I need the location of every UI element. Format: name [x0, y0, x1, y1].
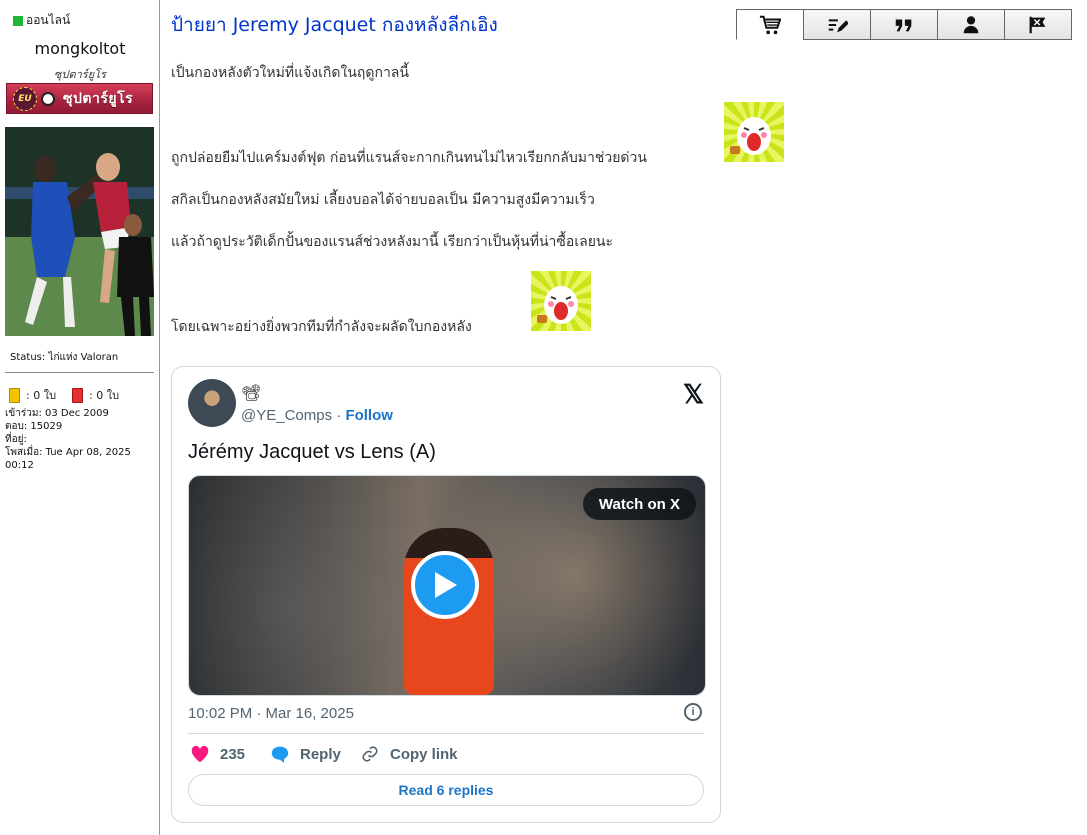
red-card-icon	[72, 387, 84, 403]
profile-icon	[963, 15, 979, 33]
post-line-3: สกิลเป็นกองหลังสมัยใหม่ เลี้ยงบอลได้จ่าย…	[171, 192, 595, 208]
user-title: ซุปตาร์ยูโร	[54, 68, 106, 81]
username[interactable]: mongkoltot	[0, 39, 160, 58]
heart-icon	[191, 745, 209, 763]
post-title: ป้ายยา Jeremy Jacquet กองหลังลีกเอิง	[171, 14, 498, 36]
like-action[interactable]: 235	[190, 745, 245, 763]
report-icon	[1029, 16, 1046, 33]
post-line-4: แล้วถ้าดูประวัติเด็กปั้นของแรนส์ช่วงหลัง…	[171, 234, 613, 250]
follow-link[interactable]: Follow	[345, 407, 393, 424]
online-indicator: ออนไลน์	[13, 11, 70, 30]
post-line-5: โดยเฉพาะอย่างยิ่งพวกทีมที่กำลังจะผลัดใบก…	[171, 319, 472, 335]
embedded-tweet: 📽 @YE_Comps · Follow 𝕏 Jérémy Jacquet vs…	[171, 366, 721, 823]
play-icon	[435, 572, 457, 598]
yellow-card-count: : 0 ใบ	[26, 389, 57, 402]
poster-profile-panel: ออนไลน์ mongkoltot ซุปตาร์ยูโร EU ซุปตาร…	[0, 0, 160, 835]
quote-icon	[895, 19, 912, 31]
online-status-icon	[13, 15, 23, 26]
x-logo-icon[interactable]: 𝕏	[683, 379, 704, 410]
online-label: ออนไลน์	[26, 13, 71, 27]
football-icon	[41, 91, 55, 106]
eu-emblem-icon: EU	[13, 86, 37, 111]
link-icon	[362, 746, 378, 762]
yellow-card-icon	[9, 387, 20, 403]
reply-action[interactable]: Reply	[270, 745, 341, 763]
post-line-1: เป็นกองหลังตัวใหม่ที่แจ้งเกิดในฤดูกาลนี้	[171, 65, 409, 81]
user-meta: เข้าร่วม: 03 Dec 2009 ตอบ: 15029 ที่อยู่…	[5, 407, 159, 472]
profile-button[interactable]	[937, 9, 1005, 40]
user-avatar	[5, 127, 154, 336]
laughing-sticker-icon	[531, 271, 591, 331]
tweet-author-avatar[interactable]	[188, 379, 236, 427]
user-status: Status: ไก่แห่ง Valoran	[10, 352, 119, 363]
like-count: 235	[220, 745, 246, 763]
quote-button[interactable]	[870, 9, 938, 40]
read-replies-button[interactable]: Read 6 replies	[188, 774, 704, 806]
join-date: เข้าร่วม: 03 Dec 2009	[5, 408, 109, 419]
tweet-timestamp[interactable]: 10:02 PM · Mar 16, 2025	[188, 705, 354, 722]
handle-separator: ·	[332, 407, 346, 424]
copy-link-label: Copy link	[390, 745, 458, 763]
reply-count: ตอบ: 15029	[5, 421, 63, 432]
cart-icon	[759, 15, 781, 34]
edit-icon	[828, 18, 848, 32]
post-toolbar	[736, 9, 1072, 40]
info-icon[interactable]: i	[684, 703, 702, 721]
reply-bubble-icon	[271, 746, 289, 763]
user-location: ที่อยู่:	[5, 434, 27, 445]
rank-badge: EU ซุปตาร์ยูโร	[6, 83, 153, 114]
red-card-count: : 0 ใบ	[89, 389, 120, 402]
camera-emoji-icon: 📽	[241, 385, 262, 402]
play-button[interactable]	[411, 551, 479, 619]
edit-button[interactable]	[803, 9, 871, 40]
rank-badge-text: ซุปตาร์ยูโร	[63, 90, 134, 107]
post-time: โพสเมื่อ: Tue Apr 08, 2025 00:12	[5, 447, 131, 471]
laughing-sticker-icon	[724, 102, 784, 162]
tweet-text: Jérémy Jacquet vs Lens (A)	[188, 441, 436, 463]
profile-divider	[5, 372, 154, 373]
reply-label: Reply	[300, 745, 341, 763]
card-counts: : 0 ใบ : 0 ใบ	[9, 386, 135, 404]
tweet-video[interactable]: Watch on X	[188, 475, 706, 696]
tweet-divider	[188, 733, 704, 734]
cart-button[interactable]	[736, 9, 804, 40]
report-button[interactable]	[1004, 9, 1072, 40]
tweet-handle[interactable]: @YE_Comps	[241, 407, 332, 424]
tweet-author-line: @YE_Comps · Follow	[241, 407, 393, 424]
watch-on-x-button[interactable]: Watch on X	[582, 488, 696, 520]
copy-link-action[interactable]: Copy link	[360, 745, 458, 763]
post-line-2: ถูกปล่อยยืมไปแคร์มงต์ฟุต ก่อนที่แรนส์จะก…	[171, 150, 647, 166]
